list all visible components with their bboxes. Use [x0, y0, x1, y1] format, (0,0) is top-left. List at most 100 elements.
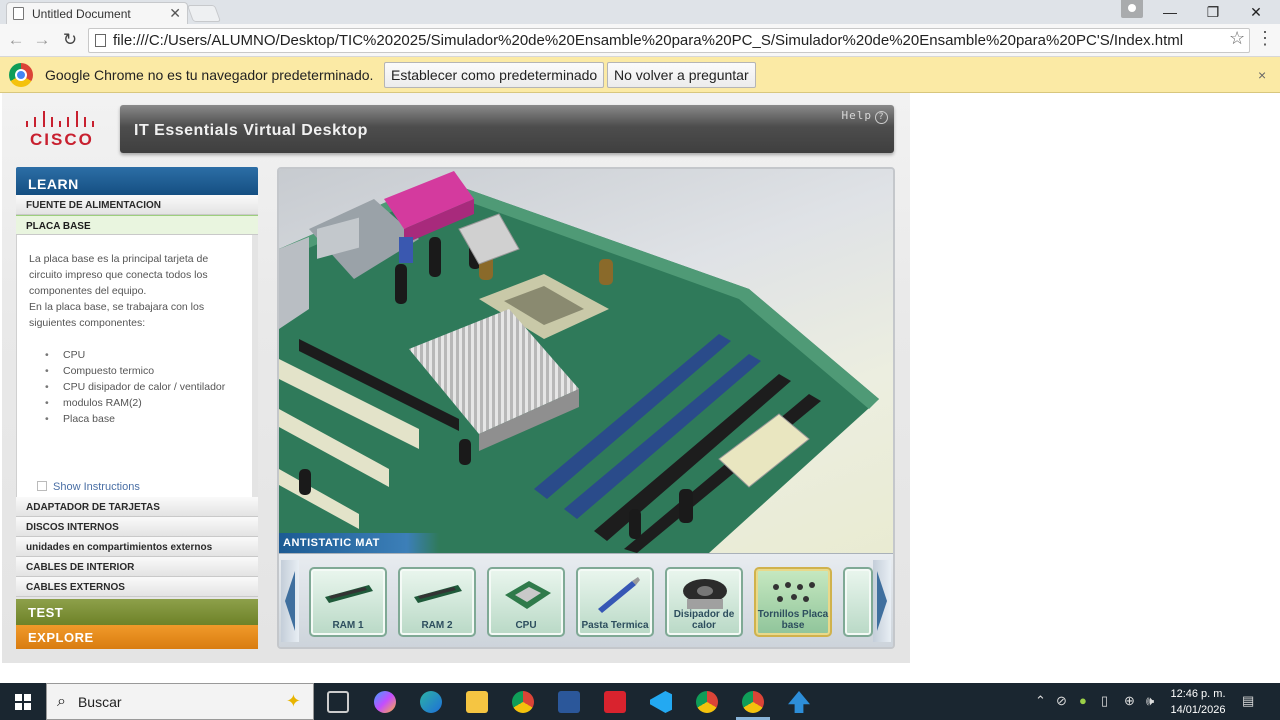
- windows-taskbar: ⌕ Buscar ✦ ⌃ ⊘ ● ▯ ⊕ 🕪 12:46 p. m. 14/01…: [0, 683, 1280, 720]
- tray-item-ram-2[interactable]: RAM 2: [398, 567, 476, 637]
- new-tab-button[interactable]: [186, 5, 222, 22]
- tray-item-partial[interactable]: [843, 567, 873, 637]
- bookmark-star-icon[interactable]: ☆: [1229, 28, 1245, 49]
- show-instructions-label: Show Instructions: [53, 481, 140, 493]
- nav-item-adaptador[interactable]: ADAPTADOR DE TARJETAS: [16, 497, 258, 517]
- checkbox-icon[interactable]: [37, 481, 47, 491]
- nav-item-cables-externos[interactable]: CABLES EXTERNOS: [16, 577, 258, 597]
- infobar-close-icon[interactable]: ×: [1258, 67, 1266, 83]
- taskbar-search-box[interactable]: ⌕ Buscar ✦: [46, 683, 314, 720]
- tray-item-tornillos[interactable]: Tornillos Placa base: [754, 567, 832, 637]
- address-bar[interactable]: file:///C:/Users/ALUMNO/Desktop/TIC%2020…: [88, 28, 1250, 53]
- chrome-logo-icon: [9, 63, 33, 87]
- dont-ask-again-button[interactable]: No volver a preguntar: [607, 62, 756, 88]
- vscode-icon[interactable]: [650, 691, 672, 713]
- minimize-button[interactable]: —: [1150, 0, 1190, 24]
- tray-item-disipador[interactable]: Disipador de calor: [665, 567, 743, 637]
- show-instructions-toggle[interactable]: Show Instructions: [37, 479, 140, 495]
- infobar-message: Google Chrome no es tu navegador predete…: [45, 67, 374, 83]
- nav-item-fuente[interactable]: FUENTE DE ALIMENTACION: [16, 195, 258, 215]
- forward-arrow-icon[interactable]: →: [32, 30, 52, 50]
- component-tray: RAM 1 RAM 2 CPU Pasta Termica Disipador …: [279, 553, 893, 647]
- window-close-button[interactable]: ✕: [1236, 0, 1276, 24]
- screws-icon: [773, 582, 815, 602]
- component-item: CPU: [29, 347, 242, 363]
- component-list: CPU Compuesto termico CPU disipador de c…: [29, 347, 242, 427]
- cisco-logo: CISCO: [24, 111, 96, 151]
- browser-tab[interactable]: Untitled Document ✕: [6, 2, 188, 24]
- thermal-paste-syringe-icon: [598, 577, 640, 613]
- copilot-icon[interactable]: [374, 691, 396, 713]
- browser-tab-strip: Untitled Document ✕ — ❐ ✕: [0, 0, 1280, 24]
- page-icon: [95, 34, 106, 47]
- update-icon[interactable]: ●: [1079, 693, 1087, 708]
- set-default-button[interactable]: Establecer como predeterminado: [384, 62, 605, 88]
- back-arrow-icon[interactable]: ←: [6, 30, 26, 50]
- network-off-icon[interactable]: ⊘: [1056, 693, 1067, 709]
- profile-icon[interactable]: [1121, 0, 1143, 18]
- device-icon[interactable]: ▯: [1101, 693, 1108, 709]
- component-item: modulos RAM(2): [29, 395, 242, 411]
- tray-scroll-left-button[interactable]: [281, 560, 299, 642]
- restore-button[interactable]: ❐: [1193, 0, 1233, 24]
- tray-item-label: Tornillos Placa base: [757, 609, 829, 631]
- arrow-left-icon: [285, 571, 295, 631]
- chevron-up-icon[interactable]: ⌃: [1035, 693, 1046, 709]
- tab-close-icon[interactable]: ✕: [169, 5, 181, 22]
- chrome-icon[interactable]: [512, 691, 534, 713]
- explore-section-button[interactable]: EXPLORE: [16, 625, 258, 649]
- wps-icon[interactable]: [604, 691, 626, 713]
- tab-title: Untitled Document: [32, 6, 131, 21]
- globe-icon[interactable]: ⊕: [1124, 693, 1135, 709]
- volume-icon[interactable]: 🕪: [1146, 693, 1154, 709]
- simulator-frame: CISCO IT Essentials Virtual Desktop Help…: [2, 93, 910, 663]
- task-view-icon[interactable]: [327, 691, 349, 713]
- notifications-icon[interactable]: ▤: [1242, 693, 1254, 709]
- copilot-sparkle-icon: ✦: [285, 691, 301, 711]
- reload-icon[interactable]: ↻: [60, 30, 80, 50]
- chrome-profile-icon[interactable]: [696, 691, 718, 713]
- tray-item-label: Pasta Termica: [581, 620, 649, 631]
- page-content: CISCO IT Essentials Virtual Desktop Help…: [0, 93, 1280, 683]
- ram-module-icon: [325, 585, 373, 603]
- start-button[interactable]: [0, 683, 46, 720]
- antistatic-mat-label: ANTISTATIC MAT: [279, 533, 439, 553]
- edge-icon[interactable]: [420, 691, 442, 713]
- tray-item-cpu[interactable]: CPU: [487, 567, 565, 637]
- word-icon[interactable]: [558, 691, 580, 713]
- document-icon: [13, 7, 24, 20]
- url-text: file:///C:/Users/ALUMNO/Desktop/TIC%2020…: [113, 32, 1184, 49]
- motherboard-view[interactable]: ANTISTATIC MAT: [279, 169, 893, 553]
- motherboard-illustration: [279, 171, 879, 553]
- tray-item-pasta-termica[interactable]: Pasta Termica: [576, 567, 654, 637]
- nav-item-cables-interior[interactable]: CABLES DE INTERIOR: [16, 557, 258, 577]
- test-section-button[interactable]: TEST: [16, 599, 258, 625]
- chrome-menu-icon[interactable]: ⋮: [1256, 29, 1274, 50]
- system-clock[interactable]: 12:46 p. m. 14/01/2026: [1164, 686, 1232, 718]
- assembly-workspace: ANTISTATIC MAT RAM 1 RAM 2 CPU Pasta Ter…: [277, 167, 895, 649]
- file-explorer-icon[interactable]: [466, 691, 488, 713]
- learn-header[interactable]: LEARN: [16, 167, 258, 195]
- heatsink-fan-icon: [683, 579, 727, 609]
- cisco-bars-icon: [26, 111, 94, 127]
- tray-item-label: RAM 2: [421, 620, 453, 631]
- cisco-wordmark: CISCO: [30, 130, 94, 149]
- component-item: CPU disipador de calor / ventilador: [29, 379, 242, 395]
- help-label: Help: [841, 109, 872, 122]
- help-button[interactable]: Help?: [841, 109, 888, 124]
- tray-item-ram-1[interactable]: RAM 1: [309, 567, 387, 637]
- chrome-active-icon[interactable]: [742, 691, 764, 713]
- clock-date: 14/01/2026: [1170, 704, 1226, 716]
- component-item: Placa base: [29, 411, 242, 427]
- description-paragraph-1: La placa base es la principal tarjeta de…: [29, 253, 209, 297]
- nav-item-discos[interactable]: DISCOS INTERNOS: [16, 517, 258, 537]
- nav-item-placa-base[interactable]: PLACA BASE: [16, 215, 258, 235]
- ram-module-icon: [414, 585, 462, 603]
- tray-scroll-right-button[interactable]: [873, 560, 891, 642]
- nav-item-unidades[interactable]: unidades en compartimientos externos: [16, 537, 258, 557]
- windows-logo-icon: [15, 693, 31, 710]
- installer-icon[interactable]: [788, 691, 810, 713]
- cpu-chip-icon: [505, 581, 551, 609]
- arrow-right-icon: [877, 571, 887, 631]
- browser-toolbar: ← → ↻ file:///C:/Users/ALUMNO/Desktop/TI…: [0, 24, 1280, 57]
